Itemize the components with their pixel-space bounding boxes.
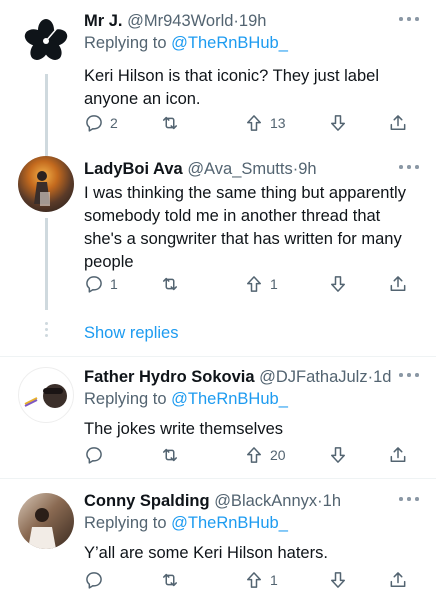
tweet-header: Father Hydro Sokovia @DJFathaJulz·1d <box>84 366 422 388</box>
replying-to-handle[interactable]: @TheRnBHub_ <box>171 34 288 52</box>
replying-to: Replying to @TheRnBHub_ <box>84 512 422 534</box>
avatar-photo <box>28 508 56 549</box>
share-icon <box>390 447 406 462</box>
reply-icon <box>86 115 102 132</box>
reply-button[interactable]: 2 <box>84 111 118 135</box>
timestamp[interactable]: 1d <box>373 368 391 386</box>
downvote-icon <box>331 447 345 463</box>
upvote-count: 1 <box>270 276 278 292</box>
replying-to: Replying to @TheRnBHub_ <box>84 388 422 410</box>
user-handle[interactable]: @DJFathaJulz <box>259 368 367 386</box>
downvote-button[interactable] <box>328 443 348 467</box>
retweet-button[interactable] <box>160 272 186 296</box>
retweet-icon <box>163 116 177 130</box>
replying-to-label: Replying to <box>84 514 167 532</box>
tweet[interactable]: Father Hydro Sokovia @DJFathaJulz·1d Rep… <box>0 357 436 477</box>
reply-button[interactable] <box>84 568 110 592</box>
more-options-icon[interactable] <box>398 162 420 172</box>
tweet-actions: 2 13 <box>84 111 420 135</box>
retweet-button[interactable] <box>160 568 186 592</box>
show-replies-link[interactable]: Show replies <box>84 322 178 344</box>
share-icon <box>390 572 406 587</box>
avatar-photo <box>34 171 50 206</box>
timestamp[interactable]: 19h <box>239 12 267 30</box>
reply-icon <box>86 276 102 293</box>
upvote-icon <box>247 447 261 463</box>
reply-icon <box>86 447 102 464</box>
share-button[interactable] <box>388 111 408 135</box>
upvote-count: 1 <box>270 572 278 588</box>
share-icon <box>390 276 406 291</box>
timestamp[interactable]: 1h <box>323 492 341 510</box>
replying-to-label: Replying to <box>84 390 167 408</box>
reply-icon <box>86 572 102 589</box>
share-button[interactable] <box>388 568 408 592</box>
reply-button[interactable]: 1 <box>84 272 118 296</box>
downvote-button[interactable] <box>328 111 348 135</box>
upvote-button[interactable]: 1 <box>244 272 278 296</box>
downvote-button[interactable] <box>328 568 348 592</box>
replying-to-handle[interactable]: @TheRnBHub_ <box>171 390 288 408</box>
tweet-text: The jokes write themselves <box>84 420 283 438</box>
upvote-icon <box>247 115 261 131</box>
avatar-photo <box>24 384 67 408</box>
more-options-icon[interactable] <box>398 14 420 24</box>
downvote-icon <box>331 572 345 588</box>
display-name[interactable]: Mr J. <box>84 12 123 30</box>
user-handle[interactable]: @BlackAnnyx <box>214 492 317 510</box>
replying-to-handle[interactable]: @TheRnBHub_ <box>171 514 288 532</box>
tweet-text: Keri Hilson is that iconic? They just la… <box>84 67 380 108</box>
retweet-icon <box>163 277 177 291</box>
tweet[interactable]: Conny Spalding @BlackAnnyx·1h Replying t… <box>0 479 436 600</box>
user-handle[interactable]: @Mr943World <box>127 12 233 30</box>
share-icon <box>390 115 406 130</box>
tweet[interactable]: Mr J. @Mr943World·19h Replying to @TheRn… <box>0 0 436 150</box>
reply-count: 2 <box>110 115 118 131</box>
user-handle[interactable]: @Ava_Smutts <box>187 160 292 178</box>
more-options-icon[interactable] <box>398 370 420 380</box>
share-button[interactable] <box>388 443 408 467</box>
tweet-text: Y’all are some Keri Hilson haters. <box>84 544 328 562</box>
downvote-icon <box>331 276 345 292</box>
reply-button[interactable] <box>84 443 110 467</box>
upvote-count: 20 <box>270 447 286 463</box>
avatar[interactable] <box>18 12 74 68</box>
tweet-header: LadyBoi Ava @Ava_Smutts·9h <box>84 158 422 180</box>
avatar[interactable] <box>18 156 74 212</box>
hibiscus-flower-icon <box>24 19 68 60</box>
tweet-actions: 1 1 <box>84 272 420 296</box>
downvote-button[interactable] <box>328 272 348 296</box>
downvote-icon <box>331 115 345 131</box>
retweet-button[interactable] <box>160 443 186 467</box>
upvote-button[interactable]: 1 <box>244 568 278 592</box>
display-name[interactable]: LadyBoi Ava <box>84 160 183 178</box>
tweet-header: Conny Spalding @BlackAnnyx·1h <box>84 490 422 512</box>
upvote-button[interactable]: 13 <box>244 111 286 135</box>
tweet-header: Mr J. @Mr943World·19h <box>84 10 422 32</box>
retweet-icon <box>163 448 177 462</box>
more-options-icon[interactable] <box>398 494 420 504</box>
tweet-actions: 1 <box>84 568 420 592</box>
upvote-count: 13 <box>270 115 286 131</box>
display-name[interactable]: Father Hydro Sokovia <box>84 368 255 386</box>
share-button[interactable] <box>388 272 408 296</box>
tweet[interactable]: LadyBoi Ava @Ava_Smutts·9h I was thinkin… <box>0 150 436 320</box>
display-name[interactable]: Conny Spalding <box>84 492 210 510</box>
avatar[interactable] <box>18 367 74 423</box>
tweet-actions: 20 <box>84 443 420 467</box>
retweet-icon <box>163 573 177 587</box>
reply-thread: Mr J. @Mr943World·19h Replying to @TheRn… <box>0 0 436 600</box>
replying-to: Replying to @TheRnBHub_ <box>84 32 422 54</box>
replying-to-label: Replying to <box>84 34 167 52</box>
upvote-button[interactable]: 20 <box>244 443 286 467</box>
thread-dots <box>45 322 48 340</box>
upvote-icon <box>247 276 261 292</box>
upvote-icon <box>247 572 261 588</box>
reply-count: 1 <box>110 276 118 292</box>
timestamp[interactable]: 9h <box>298 160 316 178</box>
tweet-text: I was thinking the same thing but appare… <box>84 184 406 271</box>
retweet-button[interactable] <box>160 111 186 135</box>
avatar[interactable] <box>18 493 74 549</box>
